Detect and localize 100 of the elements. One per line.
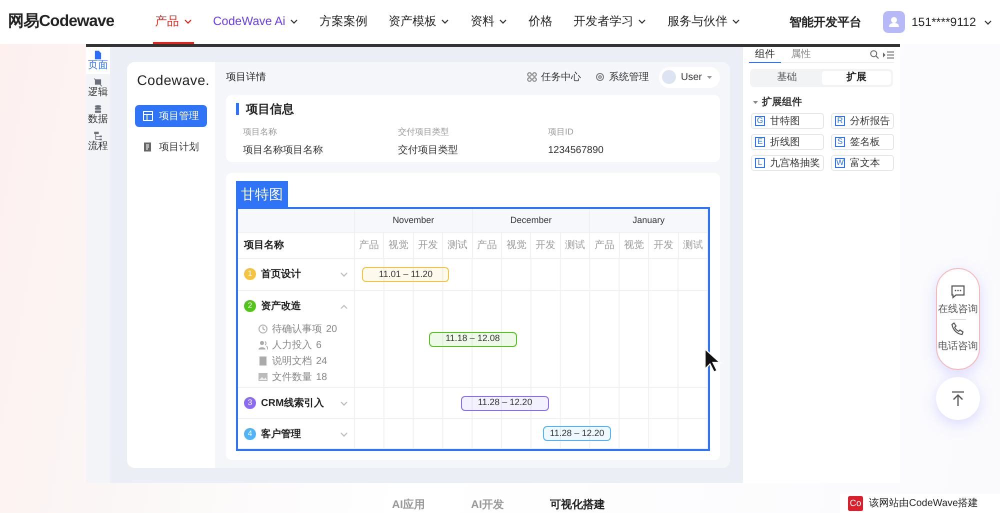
nav-link[interactable]: CodeWave Ai (211, 0, 300, 44)
menu-item[interactable]: 项目管理 (135, 105, 207, 127)
platform-link[interactable]: 智能开发平台 (789, 13, 862, 31)
detail-label: 说明文档 (272, 354, 312, 368)
account-name[interactable]: 151****9112 (911, 13, 976, 31)
column-header: 项目名称 (238, 233, 355, 259)
section-title: 扩展组件 (762, 95, 802, 110)
caret-icon (707, 76, 712, 78)
collapse-menu-icon[interactable] (883, 50, 894, 58)
clock-icon (258, 324, 268, 334)
header-link[interactable]: 系统管理 (594, 70, 649, 84)
avatar-icon[interactable] (883, 11, 906, 33)
component-item[interactable]: S 签名板 (831, 134, 894, 150)
triangle-down-icon[interactable] (753, 100, 758, 105)
detail-label: 人力投入 (272, 338, 312, 352)
app-logo: Codewave. (137, 71, 207, 90)
rail-item[interactable]: 逻辑 (86, 74, 110, 101)
detail-count: 6 (316, 338, 322, 352)
task-name: 客户管理 (261, 427, 301, 442)
month-header: November (355, 209, 473, 233)
user-avatar-icon (662, 70, 676, 84)
component-item[interactable]: L 九宫格抽奖 (751, 155, 824, 171)
detail-count: 18 (316, 370, 328, 384)
site-badge[interactable]: Co 该网站由CodeWave搭建 (840, 494, 1000, 513)
component-item[interactable]: W 富文本 (831, 155, 894, 171)
rail-item[interactable]: 页面 (86, 47, 110, 74)
number-badge: 1 (244, 268, 256, 280)
box-icon[interactable] (91, 77, 105, 87)
segment-tab[interactable]: 扩展 (822, 71, 891, 85)
nav-link[interactable]: 资产模板 (386, 0, 452, 44)
task-name: 资产改造 (261, 300, 301, 314)
task-bar[interactable]: 11.28 – 12.20 (460, 396, 550, 410)
nav-link[interactable]: 资料 (468, 0, 510, 44)
menu-item[interactable]: 项目计划 (135, 136, 207, 158)
letter-icon: R (835, 116, 845, 126)
chevron-down-icon[interactable] (340, 432, 348, 436)
field-label: 项目名称 (243, 126, 278, 139)
gear-icon (594, 72, 605, 82)
chevron-down-icon[interactable] (340, 400, 348, 406)
contact-button[interactable]: 在线咨询 (938, 284, 978, 316)
nav-link[interactable]: 开发者学习 (571, 0, 648, 44)
search-icon[interactable] (870, 50, 879, 59)
field-value: 交付项目类型 (398, 144, 459, 158)
phase-header: 开发 (414, 233, 444, 259)
component-item[interactable]: G 甘特图 (751, 113, 824, 129)
rail-item[interactable]: 流程 (86, 128, 110, 155)
letter-icon: L (755, 158, 765, 168)
letter-icon: S (835, 137, 845, 147)
chart-tag: 甘特图 (236, 181, 288, 207)
phase-header: 测试 (678, 233, 708, 259)
detail-count: 20 (326, 322, 338, 336)
task-bar[interactable]: 11.18 – 12.08 (428, 332, 517, 346)
number-badge: 3 (244, 397, 256, 409)
nav-link[interactable]: 方案案例 (317, 0, 370, 44)
apps-icon (526, 72, 537, 82)
layout-icon (143, 111, 153, 121)
number-badge: 2 (244, 300, 256, 312)
phase-header: 测试 (560, 233, 590, 259)
nav-link[interactable]: 服务与伙伴 (665, 0, 742, 44)
document-icon (258, 356, 268, 366)
image-icon (258, 372, 268, 382)
task-name: 首页设计 (261, 268, 301, 282)
month-header: December (472, 209, 590, 233)
rail-item[interactable]: 数据 (86, 101, 110, 128)
segment-tab[interactable]: 基础 (752, 71, 822, 85)
detail-label: 待确认事项 (272, 322, 322, 336)
task-bar[interactable]: 11.01 – 11.20 (362, 267, 450, 282)
site-logo[interactable]: 网易Codewave (8, 10, 153, 34)
flow-icon[interactable] (91, 131, 105, 141)
checklist-icon (143, 142, 153, 152)
letter-icon: E (755, 137, 765, 147)
phase-header: 开发 (649, 233, 679, 259)
field-value: 项目名称项目名称 (243, 144, 324, 158)
component-item[interactable]: E 折线图 (751, 134, 824, 150)
field-value: 1234567890 (548, 144, 605, 158)
chevron-down-icon[interactable] (340, 272, 348, 276)
chevron-down-icon (984, 20, 992, 24)
user-menu[interactable]: User (658, 66, 720, 88)
codewave-logo-icon: Co (848, 496, 863, 511)
section-title: 项目信息 (236, 103, 710, 115)
chevron-up-icon[interactable] (340, 304, 348, 308)
contact-button[interactable]: 电话咨询 (938, 322, 978, 354)
letter-icon: G (755, 116, 765, 126)
section-tab[interactable]: 可视化搭建 (550, 497, 605, 513)
phase-header: 视觉 (502, 233, 532, 259)
component-item[interactable]: R 分析报告 (831, 113, 894, 129)
field-label: 交付项目类型 (398, 126, 450, 139)
phase-header: 测试 (443, 233, 473, 259)
people-icon (258, 340, 268, 350)
back-to-top-button[interactable] (936, 377, 980, 420)
phone-icon (951, 322, 965, 336)
page-title: 项目详情 (226, 70, 266, 84)
letter-icon: W (835, 158, 845, 168)
header-link[interactable]: 任务中心 (526, 70, 581, 84)
nav-link[interactable]: 价格 (526, 0, 554, 44)
task-bar[interactable]: 11.28 – 12.20 (543, 426, 611, 441)
panel-tab[interactable]: 组件 (749, 46, 781, 62)
detail-count: 24 (316, 354, 328, 368)
panel-tab[interactable]: 属性 (785, 46, 817, 62)
detail-label: 文件数量 (272, 370, 312, 384)
